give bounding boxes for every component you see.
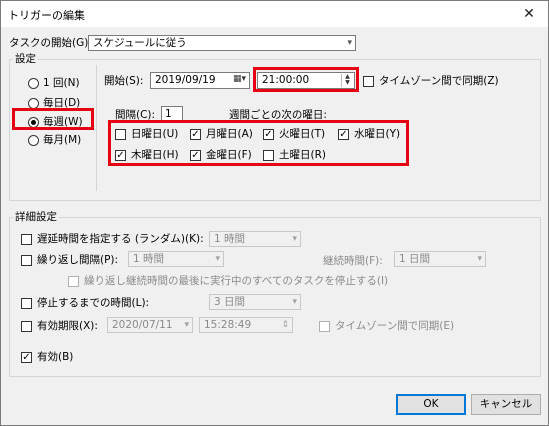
start-label: 開始(S): bbox=[104, 75, 144, 87]
cancel-button[interactable]: キャンセル bbox=[471, 394, 541, 415]
delay-checkbox[interactable]: 遅延時間を指定する (ランダム)(K): bbox=[21, 232, 204, 246]
task-start-select[interactable]: スケジュールに従う ▾ bbox=[88, 35, 356, 51]
start-date-value: 2019/09/19 bbox=[155, 74, 216, 86]
advanced-group-title: 詳細設定 bbox=[13, 210, 59, 224]
expire-box bbox=[21, 320, 32, 332]
duration-value: 1 日間 bbox=[399, 253, 431, 265]
expire-sync-checkbox[interactable]: タイムゾーン間で同期(E) bbox=[319, 319, 454, 333]
stop-after-label: 停止するまでの時間(L): bbox=[37, 297, 150, 309]
expire-sync-box bbox=[319, 320, 330, 332]
expire-time-value: 15:28:49 bbox=[204, 319, 252, 331]
expire-time-input[interactable]: 15:28:49 ⇕ bbox=[199, 317, 293, 333]
enabled-checkbox[interactable]: ✓ 有効(B) bbox=[21, 350, 73, 364]
repeat-label: 繰り返し間隔(P): bbox=[37, 254, 119, 266]
enabled-box: ✓ bbox=[21, 351, 32, 363]
repeat-checkbox[interactable]: 繰り返し間隔(P): bbox=[21, 253, 118, 267]
radio-once[interactable]: 1 回(N) bbox=[28, 76, 80, 90]
task-start-value: スケジュールに従う bbox=[93, 37, 187, 49]
repeat-box bbox=[21, 254, 32, 266]
window-title: トリガーの編集 bbox=[8, 9, 85, 22]
chevron-down-icon: ▾ bbox=[215, 254, 220, 264]
highlight-start-time bbox=[253, 67, 359, 92]
stop-after-box bbox=[21, 297, 32, 309]
radio-once-label: 1 回(N) bbox=[43, 77, 80, 89]
stop-all-checkbox[interactable]: 繰り返し継続時間の最後に実行中のすべてのタスクを停止する(I) bbox=[68, 274, 388, 288]
start-date-picker[interactable]: 2019/09/19 ▦▾ bbox=[150, 72, 250, 89]
sync-timezone-box bbox=[363, 75, 374, 87]
duration-label: 継続時間(F): bbox=[323, 255, 383, 267]
title-bar: トリガーの編集 ✕ bbox=[1, 1, 548, 27]
expire-checkbox[interactable]: 有効期限(X): bbox=[21, 319, 98, 333]
duration-select[interactable]: 1 日間 ▾ bbox=[394, 251, 486, 267]
expire-sync-label: タイムゾーン間で同期(E) bbox=[335, 320, 455, 332]
stop-all-box bbox=[68, 275, 79, 287]
highlight-weekdays bbox=[108, 120, 409, 166]
close-icon[interactable]: ✕ bbox=[516, 4, 542, 24]
repeat-value: 1 時間 bbox=[133, 253, 165, 265]
enabled-label: 有効(B) bbox=[37, 351, 74, 363]
calendar-icon: ▾ bbox=[184, 320, 189, 330]
stop-all-label: 繰り返し継続時間の最後に実行中のすべてのタスクを停止する(I) bbox=[84, 275, 389, 287]
delay-select[interactable]: 1 時間 ▾ bbox=[209, 231, 301, 247]
settings-divider bbox=[96, 65, 97, 191]
settings-group-title: 設定 bbox=[13, 52, 38, 66]
stop-after-value: 3 日間 bbox=[214, 296, 246, 308]
radio-monthly[interactable]: 毎月(M) bbox=[28, 133, 81, 147]
expire-date-picker[interactable]: 2020/07/11 ▾ bbox=[107, 317, 193, 333]
sync-timezone-checkbox[interactable]: タイムゾーン間で同期(Z) bbox=[363, 74, 499, 88]
expire-label: 有効期限(X): bbox=[37, 320, 98, 332]
radio-monthly-label: 毎月(M) bbox=[43, 134, 82, 146]
sync-timezone-label: タイムゾーン間で同期(Z) bbox=[379, 75, 499, 87]
spin-updown-icon: ⇕ bbox=[281, 320, 289, 330]
radio-daily-circle bbox=[28, 97, 39, 109]
chevron-down-icon: ▾ bbox=[477, 254, 482, 264]
chevron-down-icon: ▾ bbox=[292, 234, 297, 244]
radio-once-circle bbox=[28, 77, 39, 89]
stop-after-checkbox[interactable]: 停止するまでの時間(L): bbox=[21, 296, 149, 310]
calendar-icon: ▦▾ bbox=[232, 74, 246, 84]
delay-label: 遅延時間を指定する (ランダム)(K): bbox=[37, 233, 204, 245]
delay-box bbox=[21, 233, 32, 245]
chevron-down-icon: ▾ bbox=[292, 297, 297, 307]
repeat-select[interactable]: 1 時間 ▾ bbox=[128, 251, 224, 267]
dialog-window: トリガーの編集 ✕ タスクの開始(G): スケジュールに従う ▾ 設定 1 回(… bbox=[0, 0, 549, 426]
chevron-down-icon: ▾ bbox=[347, 38, 352, 48]
task-start-label: タスクの開始(G): bbox=[9, 37, 92, 49]
expire-date-value: 2020/07/11 bbox=[112, 319, 173, 331]
stop-after-select[interactable]: 3 日間 ▾ bbox=[209, 294, 301, 310]
highlight-weekly bbox=[12, 108, 94, 130]
radio-monthly-circle bbox=[28, 134, 39, 146]
ok-button[interactable]: OK bbox=[396, 394, 466, 415]
delay-value: 1 時間 bbox=[214, 233, 246, 245]
